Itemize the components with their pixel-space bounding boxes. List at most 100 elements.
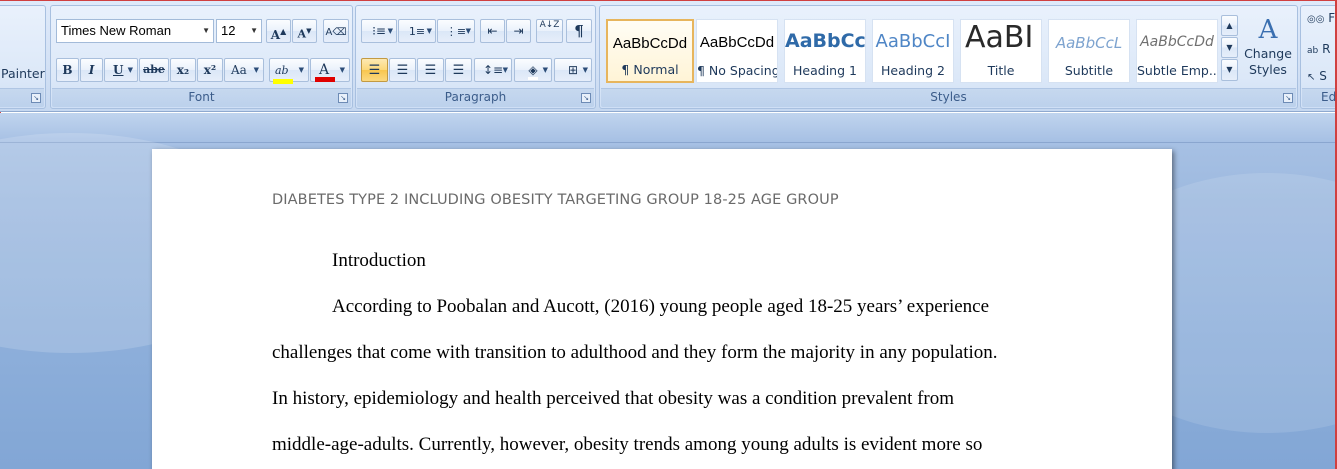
style-tile-normal[interactable]: AaBbCcDd ¶ Normal [606,19,694,83]
chevron-down-icon: ▼ [298,66,304,74]
increase-indent-icon: ⇥ [513,24,524,38]
chevron-up-icon: ▲ [1226,21,1233,30]
binoculars-icon: ◎◎ [1307,14,1325,25]
style-tile-subtle-emphasis[interactable]: AaBbCcDd Subtle Emp... [1136,19,1218,83]
format-painter-button[interactable]: Painter [1,66,45,81]
document-heading-introduction[interactable]: Introduction [332,250,426,272]
bullets-icon: ⁝≡ [372,24,386,38]
numbering-icon: 1≡ [408,25,426,38]
bullets-button[interactable]: ⁝≡ ▼ [361,19,397,43]
line-spacing-button[interactable]: ↕≡ ▼ [474,58,512,82]
highlighter-icon: ab [273,64,293,84]
styles-group-label: Styles [930,90,967,104]
style-tile-no-spacing[interactable]: AaBbCcDd ¶ No Spacing [696,19,778,83]
editing-group: ◎◎ F ab R ↖ S Ed [1300,5,1337,109]
select-button[interactable]: ↖ S [1307,69,1327,83]
chevron-down-icon: ▼ [582,66,588,74]
paragraph-dialog-launcher[interactable]: ↘ [581,93,591,103]
chevron-down-icon: ▼ [253,66,259,74]
chevron-down-icon: ▼ [1226,43,1233,52]
align-right-button[interactable]: ☰ [417,58,444,82]
font-name-combo[interactable]: Times New Roman ▼ [56,19,214,43]
highlight-color-swatch [273,79,293,84]
justify-icon: ☰ [452,63,465,78]
italic-button[interactable]: I [80,58,103,82]
font-group-label: Font [188,90,215,104]
chevron-down-icon: ▼ [202,26,210,35]
style-tile-heading-1[interactable]: AaBbCc Heading 1 [784,19,866,83]
chevron-down-icon: ▼ [339,66,345,74]
document-workspace: DIABETES TYPE 2 INCLUDING OBESITY TARGET… [0,113,1337,469]
underline-button[interactable]: U ▼ [104,58,138,82]
clipboard-group: Painter ↘ [0,5,46,109]
bold-button[interactable]: B [56,58,79,82]
font-group: Times New Roman ▼ 12 ▼ A▲ A▼ A⌫ B I U ▼ … [50,5,353,109]
paragraph-group: ⁝≡ ▼ 1≡ ▼ ⋮≡ ▼ ⇤ ⇥ A↓Z ¶ ☰ ☰ ☰ ☰ ↕≡ ▼ ◈ … [355,5,596,109]
clipboard-dialog-launcher[interactable]: ↘ [31,93,41,103]
strikethrough-button[interactable]: abe [139,58,169,82]
shading-button[interactable]: ◈ ▼ [514,58,552,82]
document-page[interactable]: DIABETES TYPE 2 INCLUDING OBESITY TARGET… [152,149,1172,469]
document-text-line[interactable]: challenges that come with transition to … [272,342,998,364]
multilevel-list-icon: ⋮≡ [445,25,467,38]
styles-more-button[interactable]: ▼ [1221,59,1238,81]
style-tile-title[interactable]: AaBI Title [960,19,1042,83]
numbering-button[interactable]: 1≡ ▼ [398,19,436,43]
font-dialog-launcher[interactable]: ↘ [338,93,348,103]
subscript-button[interactable]: x₂ [170,58,196,82]
font-color-swatch [315,77,335,82]
chevron-down-icon: ▼ [426,27,432,35]
justify-button[interactable]: ☰ [445,58,472,82]
multilevel-list-button[interactable]: ⋮≡ ▼ [437,19,475,43]
change-styles-button[interactable]: A Change Styles [1242,14,1294,90]
editing-group-label: Ed [1321,90,1337,104]
clear-formatting-button[interactable]: A⌫ [323,19,349,43]
font-color-icon: A [315,62,335,82]
increase-indent-button[interactable]: ⇥ [506,19,531,43]
line-spacing-icon: ↕≡ [482,63,504,77]
document-text-line[interactable]: According to Poobalan and Aucott, (2016)… [332,296,989,318]
sort-button[interactable]: A↓Z [536,19,563,43]
paragraph-group-label: Paragraph [444,90,507,104]
chevron-down-icon: ▼ [387,27,393,35]
show-hide-marks-button[interactable]: ¶ [566,19,592,43]
find-button[interactable]: ◎◎ F [1307,11,1335,25]
replace-button[interactable]: ab R [1307,42,1330,56]
chevron-down-icon: ▼ [465,27,471,35]
pilcrow-icon: ¶ [574,22,584,40]
ribbon: Painter ↘ Times New Roman ▼ 12 ▼ A▲ A▼ A… [0,0,1337,112]
document-text-line[interactable]: In history, epidemiology and health perc… [272,388,954,410]
more-icon: ▼ [1226,65,1233,74]
font-name-value: Times New Roman [61,23,172,38]
align-right-icon: ☰ [424,63,437,78]
decrease-indent-button[interactable]: ⇤ [480,19,505,43]
shrink-font-button[interactable]: A▼ [292,19,317,43]
align-center-button[interactable]: ☰ [389,58,416,82]
document-text-line[interactable]: middle-age-adults. Currently, however, o… [272,434,982,456]
superscript-button[interactable]: x² [197,58,223,82]
change-styles-icon: A [1258,15,1278,45]
chevron-down-icon: ▼ [502,66,508,74]
styles-dialog-launcher[interactable]: ↘ [1283,93,1293,103]
style-tile-heading-2[interactable]: AaBbCcI Heading 2 [872,19,954,83]
paint-bucket-icon: ◈ [528,63,538,80]
chevron-down-icon: ▼ [250,26,258,35]
align-left-icon: ☰ [368,63,381,78]
clear-formatting-icon: A⌫ [325,27,347,38]
sort-icon: A↓Z [539,20,560,30]
styles-scroll-up-button[interactable]: ▲ [1221,15,1238,36]
align-left-button[interactable]: ☰ [361,58,388,82]
decrease-indent-icon: ⇤ [487,24,498,38]
text-highlight-button[interactable]: ab ▼ [269,58,309,84]
style-tile-subtitle[interactable]: AaBbCcL Subtitle [1048,19,1130,83]
font-color-button[interactable]: A ▼ [310,58,350,82]
borders-icon: ⊞ [567,63,579,77]
font-size-combo[interactable]: 12 ▼ [216,19,262,43]
document-running-header[interactable]: DIABETES TYPE 2 INCLUDING OBESITY TARGET… [272,192,839,208]
styles-scroll-down-button[interactable]: ▼ [1221,37,1238,58]
borders-button[interactable]: ⊞ ▼ [554,58,592,82]
grow-font-button[interactable]: A▲ [266,19,291,43]
chevron-down-icon: ▼ [542,66,548,74]
change-case-button[interactable]: Aa ▼ [224,58,264,82]
chevron-down-icon: ▼ [127,65,133,74]
